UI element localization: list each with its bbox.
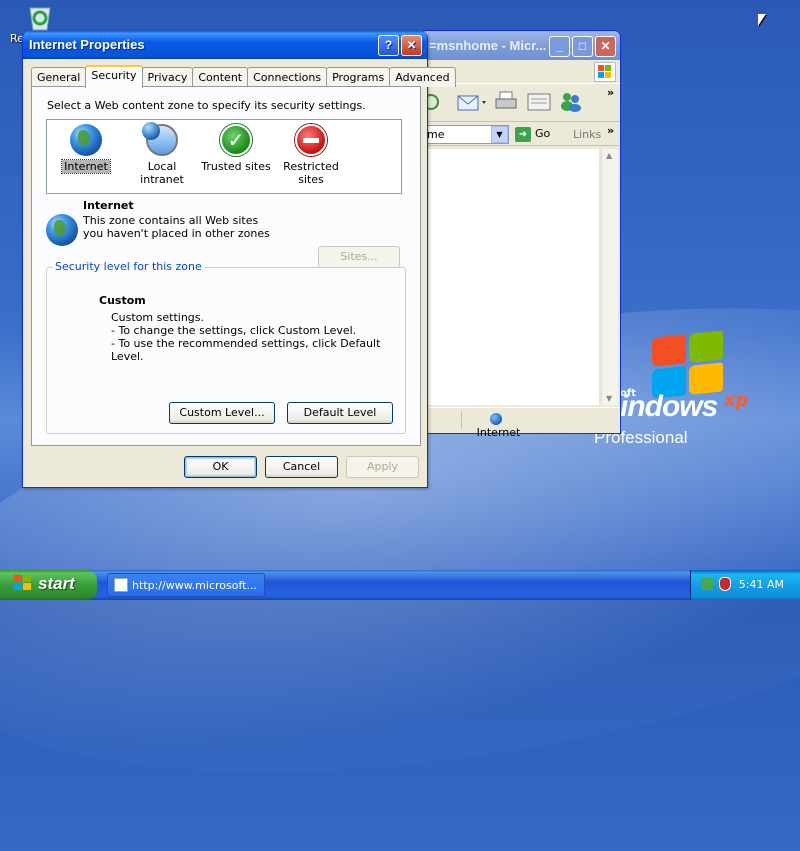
zone-info-description: This zone contains all Web sites you hav… — [83, 214, 270, 240]
security-shield-icon[interactable] — [719, 577, 731, 591]
security-level-legend: Security level for this zone — [53, 260, 204, 273]
scroll-up-icon[interactable]: ▲ — [606, 151, 612, 160]
tab-strip: General Security Privacy Content Connect… — [31, 65, 456, 88]
start-label: start — [38, 574, 75, 593]
start-button[interactable]: start — [0, 570, 97, 600]
zone-label: Trusted sites — [201, 160, 271, 173]
taskbar-item-label: http://www.microsoft... — [132, 579, 257, 592]
security-level-line: - To use the recommended settings, click… — [111, 337, 381, 363]
logo-xp: xp — [724, 390, 749, 411]
security-level-line: - To change the settings, click Custom L… — [111, 324, 357, 337]
tab-security[interactable]: Security — [85, 65, 143, 88]
tab-privacy[interactable]: Privacy — [141, 67, 194, 87]
ie-status-bar: Internet — [421, 407, 620, 439]
ie-content-area[interactable] — [423, 149, 599, 405]
system-tray: 5:41 AM — [690, 570, 800, 600]
zone-restricted-sites[interactable]: Restricted sites — [273, 124, 349, 186]
globe-icon — [70, 124, 102, 156]
print-icon[interactable] — [495, 90, 519, 115]
security-level-title: Custom — [99, 294, 146, 307]
internet-properties-dialog[interactable]: Internet Properties ? ✕ General Security… — [22, 31, 456, 488]
help-button[interactable]: ? — [378, 35, 399, 56]
windows-flag-icon — [14, 575, 32, 591]
no-entry-icon — [295, 124, 327, 156]
scroll-down-icon[interactable]: ▼ — [606, 394, 612, 403]
ie-window-title: =msnhome - Micr... — [429, 38, 547, 53]
dialog-close-button[interactable]: ✕ — [401, 35, 422, 56]
address-dropdown-icon[interactable]: ▼ — [491, 126, 508, 143]
ie-vertical-scrollbar[interactable]: ▲ ▼ — [601, 149, 618, 405]
zone-trusted-sites[interactable]: ✓ Trusted sites — [199, 124, 273, 173]
windows-throbber-icon — [594, 62, 616, 82]
network-icon[interactable] — [701, 578, 713, 590]
windows-xp-logo: oft indows xp Professional — [592, 330, 792, 452]
ie-title-bar[interactable]: =msnhome - Micr... _ □ ✕ — [421, 31, 620, 60]
go-button[interactable]: ➜ Go — [515, 127, 550, 142]
tab-general[interactable]: General — [31, 67, 87, 87]
mail-icon[interactable] — [457, 92, 487, 115]
globe-icon — [46, 214, 78, 246]
intranet-icon — [142, 122, 178, 156]
zone-info-title: Internet — [83, 199, 134, 212]
security-level-description: Custom settings. - To change the setting… — [111, 311, 405, 363]
dialog-title-bar[interactable]: Internet Properties ? ✕ — [23, 31, 427, 59]
ie-window[interactable]: =msnhome - Micr... _ □ ✕ » me ▼ ➜ Go Lin… — [420, 30, 621, 439]
taskbar: start http://www.microsoft... 5:41 AM — [0, 570, 800, 600]
logo-word: indows — [620, 390, 718, 423]
ok-button[interactable]: OK — [184, 456, 257, 478]
tab-content[interactable]: Content — [192, 67, 249, 87]
taskbar-item-ie[interactable]: http://www.microsoft... — [107, 573, 265, 597]
globe-icon — [489, 413, 502, 425]
links-chevron-icon[interactable]: » — [607, 124, 614, 137]
zone-label: Internet — [61, 159, 111, 174]
dialog-title: Internet Properties — [29, 37, 145, 52]
zone-local-intranet[interactable]: Local intranet — [125, 122, 199, 186]
default-level-button[interactable]: Default Level — [287, 402, 393, 424]
zone-label: Local intranet — [140, 160, 184, 186]
clock[interactable]: 5:41 AM — [739, 578, 784, 591]
zone-internet[interactable]: Internet — [49, 124, 123, 174]
checkmark-icon: ✓ — [220, 124, 252, 156]
security-level-line: Custom settings. — [111, 311, 205, 324]
ie-minimize-button[interactable]: _ — [549, 36, 570, 57]
zone-list[interactable]: Internet Local intranet ✓ Trusted sites … — [46, 119, 402, 194]
zone-prompt: Select a Web content zone to specify its… — [47, 99, 366, 112]
status-zone-label: Internet — [476, 426, 521, 439]
zone-label: Restricted sites — [283, 160, 339, 186]
edit-icon[interactable] — [527, 92, 551, 115]
ie-address-bar: me ▼ ➜ Go Links » — [421, 122, 620, 146]
toolbar-chevron-icon[interactable]: » — [607, 86, 614, 99]
cancel-button[interactable]: Cancel — [265, 456, 338, 478]
ie-maximize-button[interactable]: □ — [572, 36, 593, 57]
go-arrow-icon: ➜ — [515, 127, 531, 142]
security-level-group: Security level for this zone Custom Cust… — [46, 260, 406, 434]
ie-close-button[interactable]: ✕ — [595, 36, 616, 57]
ie-page-icon — [114, 578, 128, 592]
tab-advanced[interactable]: Advanced — [389, 67, 456, 87]
mouse-cursor-icon — [758, 14, 766, 26]
custom-level-button[interactable]: Custom Level... — [169, 402, 275, 424]
sites-button[interactable]: Sites... — [318, 246, 400, 268]
go-label: Go — [535, 127, 551, 140]
links-label[interactable]: Links — [573, 128, 601, 141]
messenger-icon[interactable] — [559, 91, 583, 116]
security-tab-panel: Select a Web content zone to specify its… — [31, 86, 421, 446]
tab-programs[interactable]: Programs — [326, 67, 391, 87]
ie-toolbar: » — [421, 84, 620, 122]
apply-button[interactable]: Apply — [346, 456, 419, 478]
tab-connections[interactable]: Connections — [247, 67, 328, 87]
recycle-bin-icon — [26, 2, 54, 32]
status-zone: Internet — [461, 411, 535, 439]
